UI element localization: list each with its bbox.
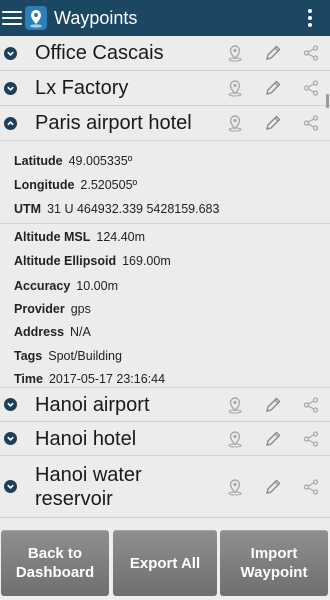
detail-altitude-msl: Altitude MSL 124.40m — [14, 230, 145, 244]
waypoint-details: Latitude 49.005335º Longitude 2.520505º UT… — [0, 141, 330, 388]
detail-accuracy: Accuracy 10.00m — [14, 279, 118, 293]
detail-label: Latitude — [14, 154, 63, 168]
share-icon[interactable] — [302, 430, 320, 448]
map-pin-icon[interactable] — [226, 430, 244, 448]
map-pin-icon[interactable] — [226, 396, 244, 414]
footer-bar: Back to Dashboard Export All Import Wayp… — [0, 530, 330, 600]
waypoint-list[interactable]: Office Cascais Lx Factory Paris airport … — [0, 36, 330, 530]
detail-value: 10.00m — [76, 279, 118, 293]
export-all-button[interactable]: Export All — [113, 530, 217, 596]
waypoint-row-hanoi-water-reservoir[interactable]: Hanoi water reservoir — [0, 456, 330, 518]
detail-label: Provider — [14, 302, 65, 316]
waypoint-row-paris-airport-hotel[interactable]: Paris airport hotel — [0, 106, 330, 141]
waypoint-name[interactable]: Lx Factory — [35, 76, 128, 100]
overflow-menu-icon[interactable] — [308, 9, 312, 27]
detail-altitude-ellipsoid: Altitude Ellipsoid 169.00m — [14, 254, 171, 268]
detail-label: Accuracy — [14, 279, 71, 293]
detail-label: Tags — [14, 349, 43, 363]
chevron-down-icon[interactable] — [4, 480, 17, 493]
detail-value: Spot/Building — [48, 349, 122, 363]
detail-address: Address N/A — [14, 325, 91, 339]
chevron-up-icon[interactable] — [4, 116, 17, 130]
pencil-icon[interactable] — [264, 396, 282, 414]
detail-label: Altitude Ellipsoid — [14, 254, 117, 268]
detail-latitude: Latitude 49.005335º — [14, 154, 132, 168]
waypoint-name[interactable]: Paris airport hotel — [35, 111, 192, 135]
pencil-icon[interactable] — [264, 430, 282, 448]
waypoint-name[interactable]: Hanoi airport — [35, 393, 150, 417]
detail-value: N/A — [70, 325, 91, 339]
waypoint-row-lx-factory[interactable]: Lx Factory — [0, 71, 330, 106]
detail-label: Altitude MSL — [14, 230, 91, 244]
map-pin-icon[interactable] — [226, 79, 244, 97]
detail-tags: Tags Spot/Building — [14, 349, 122, 363]
detail-value: 49.005335º — [68, 154, 133, 168]
detail-longitude: Longitude 2.520505º — [14, 178, 137, 192]
map-pin-icon[interactable] — [226, 478, 244, 496]
detail-value: gps — [70, 302, 91, 316]
scrollbar[interactable] — [326, 94, 329, 108]
waypoint-row-hanoi-hotel[interactable]: Hanoi hotel — [0, 422, 330, 456]
divider — [0, 223, 330, 224]
pencil-icon[interactable] — [264, 114, 282, 132]
detail-value: 31 U 464932.339 5428159.683 — [47, 202, 220, 216]
chevron-down-icon[interactable] — [4, 81, 17, 95]
detail-label: Longitude — [14, 178, 75, 192]
detail-utm: UTM 31 U 464932.339 5428159.683 — [14, 202, 219, 216]
detail-time: Time 2017-05-17 23:16:44 — [14, 372, 165, 386]
waypoint-name[interactable]: Office Cascais — [35, 41, 164, 65]
app-bar: Waypoints — [0, 0, 330, 36]
share-icon[interactable] — [302, 44, 320, 62]
chevron-down-icon[interactable] — [4, 46, 17, 60]
share-icon[interactable] — [302, 79, 320, 97]
pencil-icon[interactable] — [264, 44, 282, 62]
detail-label: Address — [14, 325, 65, 339]
share-icon[interactable] — [302, 478, 320, 496]
waypoint-row-office-cascais[interactable]: Office Cascais — [0, 36, 330, 71]
chevron-down-icon[interactable] — [4, 398, 17, 411]
waypoint-row-hanoi-airport[interactable]: Hanoi airport — [0, 388, 330, 422]
app-logo-icon — [25, 6, 47, 30]
map-pin-icon[interactable] — [226, 44, 244, 62]
map-pin-icon[interactable] — [226, 114, 244, 132]
back-to-dashboard-button[interactable]: Back to Dashboard — [1, 530, 109, 596]
import-waypoint-button[interactable]: Import Waypoint — [220, 530, 328, 596]
detail-value: 2017-05-17 23:16:44 — [48, 372, 166, 386]
share-icon[interactable] — [302, 114, 320, 132]
detail-value: 124.40m — [96, 230, 146, 244]
detail-label: Time — [14, 372, 43, 386]
waypoint-name[interactable]: Hanoi water reservoir — [35, 463, 205, 511]
detail-value: 169.00m — [122, 254, 171, 268]
detail-label: UTM — [14, 202, 42, 216]
waypoint-name[interactable]: Hanoi hotel — [35, 427, 136, 451]
app-title: Waypoints — [54, 7, 138, 28]
pencil-icon[interactable] — [264, 478, 282, 496]
hamburger-menu-icon[interactable] — [2, 11, 22, 25]
detail-provider: Provider gps — [14, 302, 91, 316]
share-icon[interactable] — [302, 396, 320, 414]
pencil-icon[interactable] — [264, 79, 282, 97]
detail-value: 2.520505º — [80, 178, 138, 192]
chevron-down-icon[interactable] — [4, 432, 17, 445]
